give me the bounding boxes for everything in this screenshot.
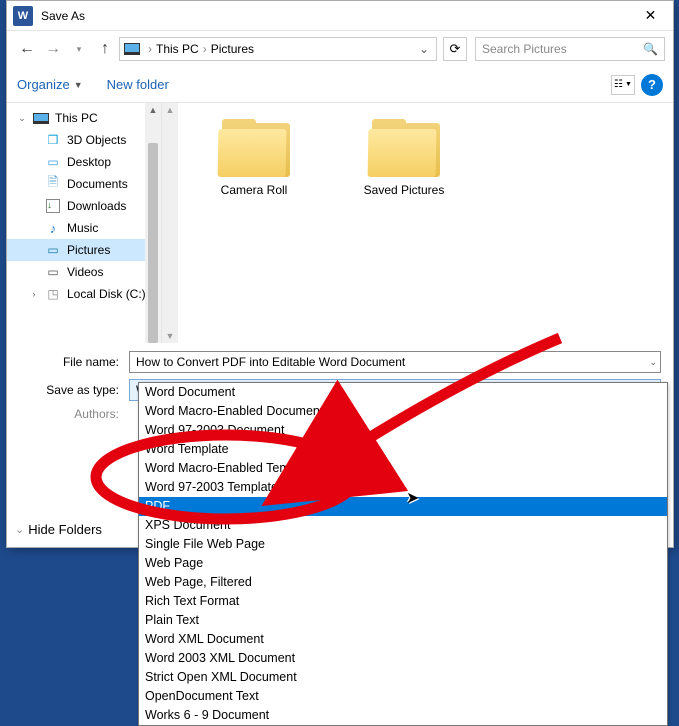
tree-item-videos[interactable]: Videos xyxy=(7,261,161,283)
tree-item-pictures[interactable]: Pictures xyxy=(7,239,161,261)
content-scrollbar[interactable]: ▲▼ xyxy=(162,103,178,343)
pic-icon xyxy=(45,243,61,257)
type-option-xps-document[interactable]: XPS Document xyxy=(139,516,667,535)
nav-row: ← → ▾ ↑ › This PC › Pictures ⌄ ⟳ Search … xyxy=(7,31,673,67)
authors-label: Authors: xyxy=(19,407,129,421)
disk-icon xyxy=(45,287,61,301)
type-option-word-document[interactable]: Word Document xyxy=(139,383,667,402)
type-option-word-macro-enabled-document[interactable]: Word Macro-Enabled Document xyxy=(139,402,667,421)
folder-saved-pictures[interactable]: Saved Pictures xyxy=(354,119,454,197)
forward-button[interactable]: → xyxy=(41,37,65,61)
folder-label: Camera Roll xyxy=(204,183,304,197)
tree-item-local-disk-c-[interactable]: › Local Disk (C:) xyxy=(7,283,161,305)
type-option-pdf[interactable]: PDF xyxy=(139,497,667,516)
folder-camera-roll[interactable]: Camera Roll xyxy=(204,119,304,197)
tree-item-label: 3D Objects xyxy=(67,133,126,147)
type-option-word-xml-document[interactable]: Word XML Document xyxy=(139,630,667,649)
tree-scrollbar[interactable]: ▲ xyxy=(145,103,161,343)
type-option-word-macro-enabled-template[interactable]: Word Macro-Enabled Template xyxy=(139,459,667,478)
filename-input[interactable]: How to Convert PDF into Editable Word Do… xyxy=(129,351,661,373)
new-folder-label: New folder xyxy=(107,77,169,92)
chevron-down-icon: ▼ xyxy=(74,80,83,90)
caret-down-icon: ⌄ xyxy=(17,113,27,124)
chevron-down-icon: ⌄ xyxy=(15,523,24,536)
help-button[interactable]: ? xyxy=(641,74,663,96)
tree-item-music[interactable]: Music xyxy=(7,217,161,239)
type-option-strict-open-xml-document[interactable]: Strict Open XML Document xyxy=(139,668,667,687)
folder-tree: ▲ ⌄ This PC 3D Objects Desktop Documents Do… xyxy=(7,103,162,343)
dl-icon xyxy=(45,199,61,213)
tree-this-pc[interactable]: ⌄ This PC xyxy=(7,107,161,129)
tree-item-desktop[interactable]: Desktop xyxy=(7,151,161,173)
tree-item-label: Music xyxy=(67,221,98,235)
address-dropdown-icon[interactable]: ⌄ xyxy=(416,42,432,56)
type-option-works-6-9-document[interactable]: Works 6 - 9 Document xyxy=(139,706,667,725)
file-view[interactable]: ▲▼ Camera Roll Saved Pictures xyxy=(162,103,673,343)
folder-icon xyxy=(368,119,440,177)
folder-icon xyxy=(218,119,290,177)
tree-item-label: Local Disk (C:) xyxy=(67,287,146,301)
chevron-down-icon: ⌄ xyxy=(649,357,657,368)
pc-icon xyxy=(33,113,49,124)
recent-dropdown[interactable]: ▾ xyxy=(67,37,91,61)
organize-menu[interactable]: Organize ▼ xyxy=(17,77,83,92)
filename-label: File name: xyxy=(19,355,129,369)
doc-icon xyxy=(45,177,61,191)
type-option-single-file-web-page[interactable]: Single File Web Page xyxy=(139,535,667,554)
tree-item-label: Pictures xyxy=(67,243,110,257)
type-option-rich-text-format[interactable]: Rich Text Format xyxy=(139,592,667,611)
word-icon: W xyxy=(13,6,33,26)
tree-item-label: Videos xyxy=(67,265,103,279)
type-option-word-97-2003-template[interactable]: Word 97-2003 Template xyxy=(139,478,667,497)
titlebar: W Save As ✕ xyxy=(7,1,673,31)
breadcrumb-this-pc[interactable]: This PC xyxy=(156,42,199,56)
up-button[interactable]: ↑ xyxy=(93,37,117,61)
window-title: Save As xyxy=(41,9,628,23)
close-button[interactable]: ✕ xyxy=(628,1,673,31)
chevron-right-icon: › xyxy=(146,42,154,56)
type-option-word-2003-xml-document[interactable]: Word 2003 XML Document xyxy=(139,649,667,668)
search-icon: 🔍 xyxy=(643,42,658,56)
pc-icon xyxy=(124,43,140,55)
hide-folders-label: Hide Folders xyxy=(28,522,102,537)
toolbar: Organize ▼ New folder ☷▼ ? xyxy=(7,67,673,103)
desk-icon xyxy=(45,155,61,169)
music-icon xyxy=(45,221,61,235)
tree-item-label: Desktop xyxy=(67,155,111,169)
organize-label: Organize xyxy=(17,77,70,92)
view-options-button[interactable]: ☷▼ xyxy=(611,75,635,95)
save-as-type-dropdown[interactable]: Word DocumentWord Macro-Enabled Document… xyxy=(138,382,668,726)
cube-icon xyxy=(45,133,61,147)
tree-item-label: Downloads xyxy=(67,199,126,213)
tree-item-label: Documents xyxy=(67,177,128,191)
type-option-plain-text[interactable]: Plain Text xyxy=(139,611,667,630)
save-as-type-label: Save as type: xyxy=(19,383,129,397)
tree-item-documents[interactable]: Documents xyxy=(7,173,161,195)
type-option-word-97-2003-document[interactable]: Word 97-2003 Document xyxy=(139,421,667,440)
hide-folders-toggle[interactable]: ⌄ Hide Folders xyxy=(15,522,102,537)
tree-item-downloads[interactable]: Downloads xyxy=(7,195,161,217)
caret-right-icon: › xyxy=(29,289,39,299)
address-bar[interactable]: › This PC › Pictures ⌄ xyxy=(119,37,437,61)
new-folder-button[interactable]: New folder xyxy=(107,77,169,92)
type-option-opendocument-text[interactable]: OpenDocument Text xyxy=(139,687,667,706)
breadcrumb-pictures[interactable]: Pictures xyxy=(211,42,254,56)
filename-value: How to Convert PDF into Editable Word Do… xyxy=(136,355,405,369)
chevron-right-icon: › xyxy=(201,42,209,56)
type-option-web-page[interactable]: Web Page xyxy=(139,554,667,573)
type-option-web-page-filtered[interactable]: Web Page, Filtered xyxy=(139,573,667,592)
folder-label: Saved Pictures xyxy=(354,183,454,197)
back-button[interactable]: ← xyxy=(15,37,39,61)
vid-icon xyxy=(45,265,61,279)
refresh-button[interactable]: ⟳ xyxy=(443,37,467,61)
type-option-word-template[interactable]: Word Template xyxy=(139,440,667,459)
search-input[interactable]: Search Pictures 🔍 xyxy=(475,37,665,61)
search-placeholder: Search Pictures xyxy=(482,42,643,56)
tree-item-3d-objects[interactable]: 3D Objects xyxy=(7,129,161,151)
tree-root-label: This PC xyxy=(55,111,98,125)
